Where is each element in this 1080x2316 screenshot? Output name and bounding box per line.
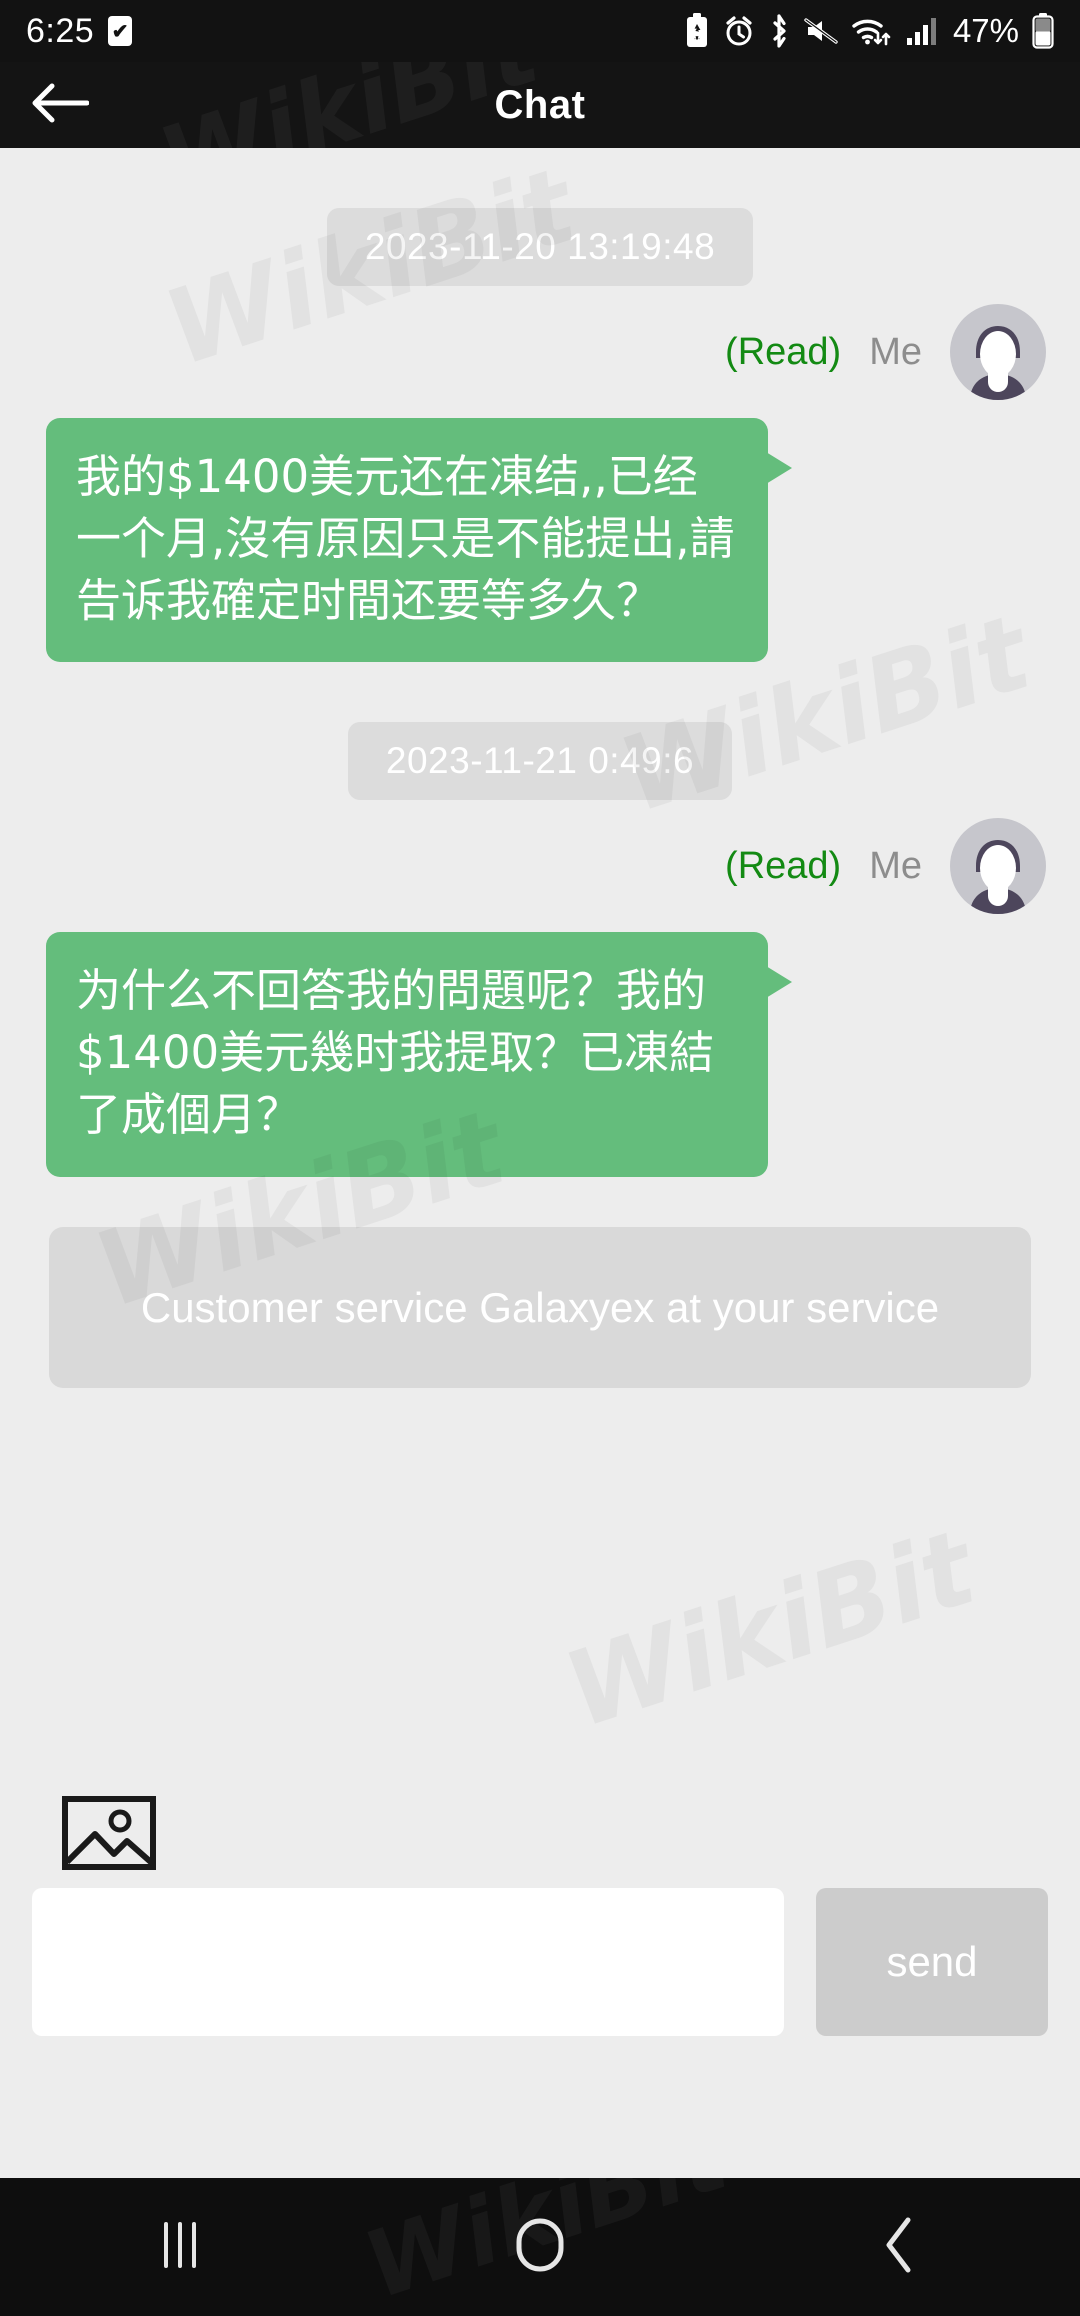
status-check-icon: ✔	[108, 16, 132, 46]
page-title: Chat	[0, 83, 1080, 128]
message-group: 2023-11-20 13:19:48 (Read) Me 我的$1400美元还…	[0, 208, 1080, 662]
nav-back-button[interactable]	[810, 2178, 990, 2316]
back-button[interactable]	[0, 62, 120, 148]
message-input[interactable]	[32, 1888, 784, 2036]
app-bar: WikiBit Chat	[0, 62, 1080, 148]
battery-saver-icon	[683, 13, 711, 49]
message-bubble-row: 我的$1400美元还在凍结,,已经一个月,沒有原因只是不能提出,請告诉我確定时間…	[0, 418, 1080, 662]
home-icon	[514, 2217, 566, 2278]
message-timestamp: 2023-11-20 13:19:48	[327, 208, 753, 286]
sender-name: Me	[869, 331, 922, 374]
composer-row: send	[0, 1888, 1080, 2036]
read-status-badge: (Read)	[725, 845, 841, 888]
status-bar-clock: 6:25	[26, 12, 94, 51]
phone-screen: 6:25 ✔	[0, 0, 1080, 2316]
send-button[interactable]: send	[816, 1888, 1048, 2036]
system-navigation-bar: WikiBit	[0, 2178, 1080, 2316]
message-meta-row: (Read) Me	[0, 818, 1080, 914]
alarm-icon	[724, 15, 754, 47]
message-meta-row: (Read) Me	[0, 304, 1080, 400]
nav-home-button[interactable]	[450, 2178, 630, 2316]
timestamp-row: 2023-11-21 0:49:6	[0, 722, 1080, 800]
read-status-badge: (Read)	[725, 331, 841, 374]
wifi-icon	[851, 15, 893, 47]
recents-icon	[156, 2219, 204, 2276]
battery-icon	[1032, 13, 1054, 49]
cellular-signal-icon	[906, 16, 938, 46]
message-group: 2023-11-21 0:49:6 (Read) Me 为什么不回答我的問題呢？…	[0, 722, 1080, 1176]
message-bubble-row: 为什么不回答我的問題呢？我的$1400美元幾时我提取？已凍結了成個月？	[0, 932, 1080, 1176]
avatar[interactable]	[950, 304, 1046, 400]
watermark-chat-4: WikiBit	[551, 1506, 988, 1752]
status-bar: 6:25 ✔	[0, 0, 1080, 62]
battery-percent-label: 47%	[953, 12, 1019, 50]
message-composer: send	[0, 1888, 1080, 2136]
timestamp-row: 2023-11-20 13:19:48	[0, 208, 1080, 286]
system-message-row: Customer service Galaxyex at your servic…	[0, 1227, 1080, 1389]
back-arrow-icon	[31, 81, 89, 130]
back-icon	[880, 2216, 920, 2279]
message-bubble-outgoing[interactable]: 为什么不回答我的問題呢？我的$1400美元幾时我提取？已凍結了成個月？	[46, 932, 768, 1176]
nav-recents-button[interactable]	[90, 2178, 270, 2316]
message-bubble-outgoing[interactable]: 我的$1400美元还在凍结,,已经一个月,沒有原因只是不能提出,請告诉我確定时間…	[46, 418, 768, 662]
system-message: Customer service Galaxyex at your servic…	[49, 1227, 1031, 1389]
status-bar-left: 6:25 ✔	[26, 12, 132, 51]
image-picker-button[interactable]	[62, 1796, 156, 1870]
mute-icon	[804, 16, 838, 46]
message-timestamp: 2023-11-21 0:49:6	[348, 722, 732, 800]
image-picker-icon	[62, 1857, 156, 1874]
sender-name: Me	[869, 845, 922, 888]
status-bar-right: 47%	[683, 12, 1054, 50]
chat-message-list[interactable]: WikiBit WikiBit WikiBit WikiBit 2023-11-…	[0, 148, 1080, 2118]
bluetooth-icon	[767, 14, 791, 48]
avatar[interactable]	[950, 818, 1046, 914]
